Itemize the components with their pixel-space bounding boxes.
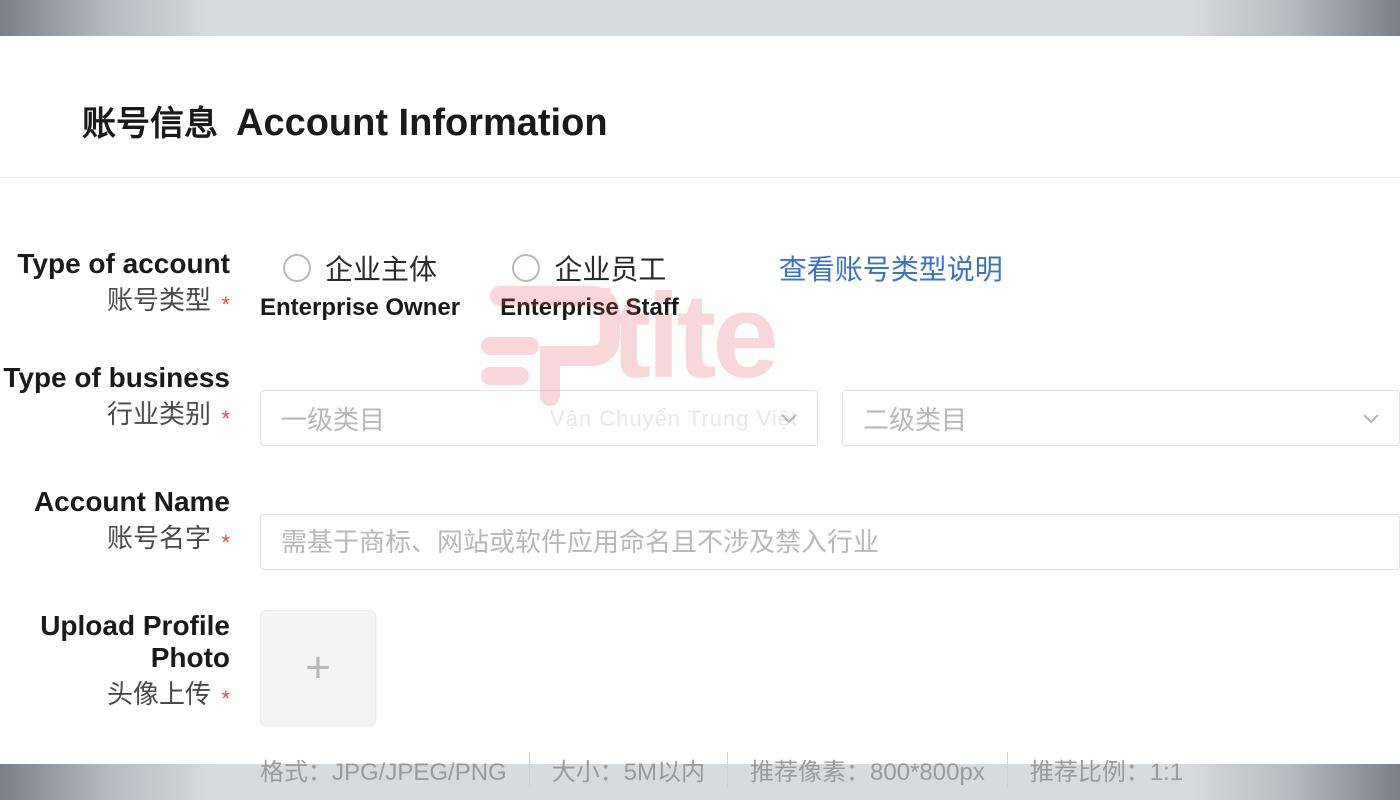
field-account-type: 企业主体 Enterprise Owner 企业员工 Enterprise St… [260,248,1400,322]
link-account-type-help[interactable]: 查看账号类型说明 [779,248,1003,288]
select-category-2[interactable]: 二级类目 [842,390,1400,446]
chevron-down-icon [1363,408,1379,429]
hint-size: 大小：5M以内 [530,752,728,787]
form-panel: 账号信息 Account Information Type of account… [0,36,1400,764]
page-title-en: Account Information [236,102,608,145]
page-title-cn: 账号信息 [82,96,218,145]
field-profile-photo: + 格式：JPG/JPEG/PNG 大小：5M以内 推荐像素：800*800px… [260,610,1400,787]
label-business-type-cn: 行业类别 [107,399,211,429]
plus-icon: + [305,643,331,693]
label-profile-photo-en: Upload Profile Photo [0,610,230,674]
hint-pixels: 推荐像素：800*800px [728,752,1008,787]
row-account-type: Type of account 账号类型 * 企业主体 Enterprise O… [0,248,1400,322]
radio-staff-cn: 企业员工 [554,248,666,288]
label-profile-photo: Upload Profile Photo 头像上传 * [0,610,260,712]
upload-hints: 格式：JPG/JPEG/PNG 大小：5M以内 推荐像素：800*800px 推… [260,752,1400,787]
label-profile-photo-cn: 头像上传 [107,679,211,709]
radio-staff-en: Enterprise Staff [500,294,679,322]
radio-circle-icon[interactable] [283,254,311,282]
select-2-placeholder: 二级类目 [863,400,967,437]
radio-enterprise-staff[interactable]: 企业员工 Enterprise Staff [500,248,679,322]
radio-owner-en: Enterprise Owner [260,294,460,322]
row-business-type: Type of business 行业类别 * 一级类目 二级类目 [0,362,1400,446]
page-title: 账号信息 Account Information [0,96,1400,178]
label-account-name-en: Account Name [0,486,230,518]
radio-owner-cn: 企业主体 [325,248,437,288]
label-account-type-cn: 账号类型 [107,285,211,315]
hint-format: 格式：JPG/JPEG/PNG [260,752,530,787]
label-account-type: Type of account 账号类型 * [0,248,260,318]
hint-ratio: 推荐比例：1:1 [1008,752,1205,787]
radio-circle-icon[interactable] [512,254,540,282]
label-account-type-en: Type of account [0,248,230,280]
field-account-name [260,486,1400,570]
select-1-placeholder: 一级类目 [281,400,385,437]
row-profile-photo: Upload Profile Photo 头像上传 * + 格式：JPG/JPE… [0,610,1400,787]
radio-enterprise-owner[interactable]: 企业主体 Enterprise Owner [260,248,460,322]
chevron-down-icon [781,408,797,429]
field-business-type: 一级类目 二级类目 [260,362,1400,446]
required-mark: * [221,292,230,317]
label-account-name-cn: 账号名字 [107,523,211,553]
account-name-input[interactable] [260,514,1400,570]
required-mark: * [221,686,230,711]
row-account-name: Account Name 账号名字 * [0,486,1400,570]
select-category-1[interactable]: 一级类目 [260,390,818,446]
upload-photo-button[interactable]: + [260,610,376,726]
label-account-name: Account Name 账号名字 * [0,486,260,556]
label-business-type: Type of business 行业类别 * [0,362,260,432]
label-business-type-en: Type of business [0,362,230,394]
radio-group-account-type: 企业主体 Enterprise Owner 企业员工 Enterprise St… [260,248,1400,322]
required-mark: * [221,530,230,555]
required-mark: * [221,406,230,431]
